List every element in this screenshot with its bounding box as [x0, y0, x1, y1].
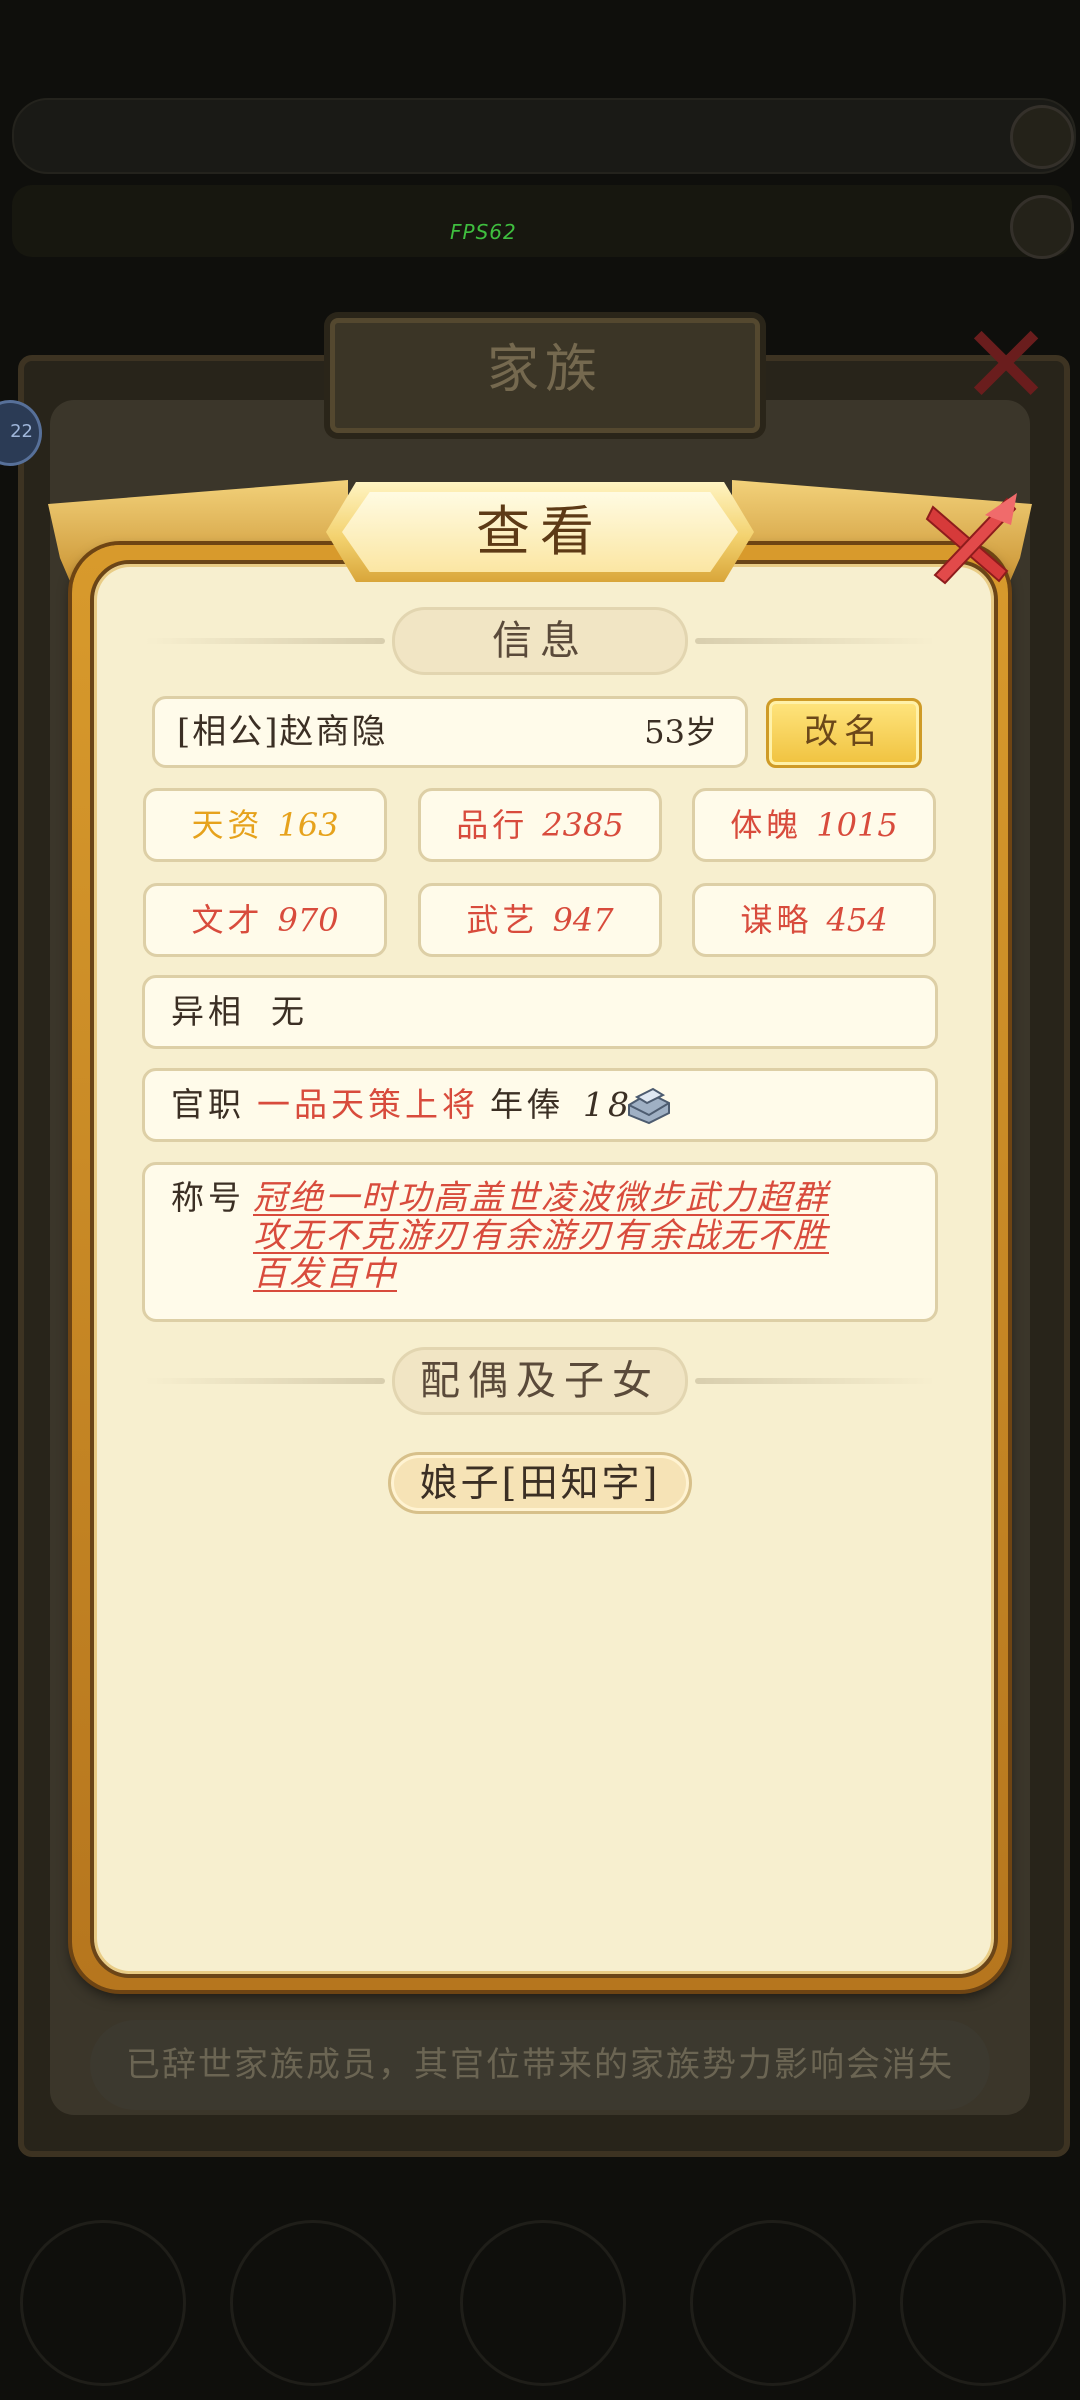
stat-value: 970: [277, 901, 339, 939]
stat-label: 天资: [191, 806, 264, 844]
trait-value: 无: [271, 992, 308, 1031]
stat-literary: 文才 970: [143, 883, 387, 957]
bg-notice-text: 已辞世家族成员，其官位带来的家族势力影响会消失: [126, 2045, 954, 2085]
bg-add-icon: [1010, 195, 1074, 259]
stat-value: 1015: [816, 806, 898, 844]
office-label: 官职: [171, 1085, 245, 1124]
stat-value: 163: [277, 806, 339, 844]
family-section-label: 配偶及子女: [395, 1350, 685, 1412]
stat-aptitude: 天资 163: [143, 788, 387, 862]
stat-conduct: 品行 2385: [418, 788, 662, 862]
stat-label: 体魄: [730, 806, 803, 844]
bg-resource-bar: [12, 98, 1076, 174]
stat-strategy: 谋略 454: [692, 883, 936, 957]
trait-label: 异相: [171, 992, 245, 1031]
silver-ingot-icon: [628, 1087, 670, 1125]
bg-family-title: 家族: [486, 340, 603, 400]
bg-help-icon: [1010, 105, 1074, 169]
spouse-button[interactable]: 娘子[田知字]: [388, 1452, 692, 1514]
stat-value: 947: [552, 901, 614, 939]
stat-label: 品行: [456, 806, 529, 844]
stat-physique: 体魄 1015: [692, 788, 936, 862]
stat-martial: 武艺 947: [418, 883, 662, 957]
title-line: 攻无不克游刃有余游刃有余战无不胜: [253, 1216, 829, 1256]
trait-row: 异相 无: [142, 975, 938, 1049]
stat-value: 2385: [542, 806, 624, 844]
info-section-header: 信息: [145, 610, 935, 672]
stat-value: 454: [826, 901, 888, 939]
bg-close-icon: ✕: [960, 301, 1053, 429]
character-age: 53岁: [644, 713, 717, 751]
stat-label: 武艺: [466, 901, 539, 939]
dialog-title: 查看: [476, 500, 604, 563]
stat-label: 谋略: [740, 901, 813, 939]
section-divider-right: [695, 1378, 935, 1384]
rename-button[interactable]: 改名: [766, 698, 922, 768]
close-button[interactable]: [915, 485, 1025, 595]
fps-counter: FPS62: [450, 220, 517, 244]
section-divider-left: [145, 638, 385, 644]
name-field: [相公]赵商隐 53岁: [152, 696, 748, 768]
character-name: [相公]赵商隐: [177, 712, 388, 752]
office-row: 官职 一品天策上将 年俸 18: [142, 1068, 938, 1142]
close-x-icon: [925, 493, 1017, 585]
title-row: 称号 冠绝一时功高盖世凌波微步武力超群 攻无不克游刃有余游刃有余战无不胜 百发百…: [142, 1162, 938, 1322]
stat-label: 文才: [191, 901, 264, 939]
section-divider-left: [145, 1378, 385, 1384]
bg-resource-bar-2: [12, 185, 1072, 257]
title-line: 百发百中: [253, 1254, 397, 1294]
title-list: 冠绝一时功高盖世凌波微步武力超群 攻无不克游刃有余游刃有余战无不胜 百发百中: [253, 1179, 893, 1293]
info-section-label: 信息: [395, 610, 685, 672]
salary-label: 年俸: [490, 1085, 564, 1124]
title-label: 称号: [171, 1178, 245, 1217]
section-divider-right: [695, 638, 935, 644]
family-section-header: 配偶及子女: [145, 1350, 935, 1412]
title-line: 冠绝一时功高盖世凌波微步武力超群: [253, 1178, 829, 1218]
office-value: 一品天策上将: [257, 1085, 479, 1124]
bg-bottom-nav: [0, 2180, 1080, 2400]
